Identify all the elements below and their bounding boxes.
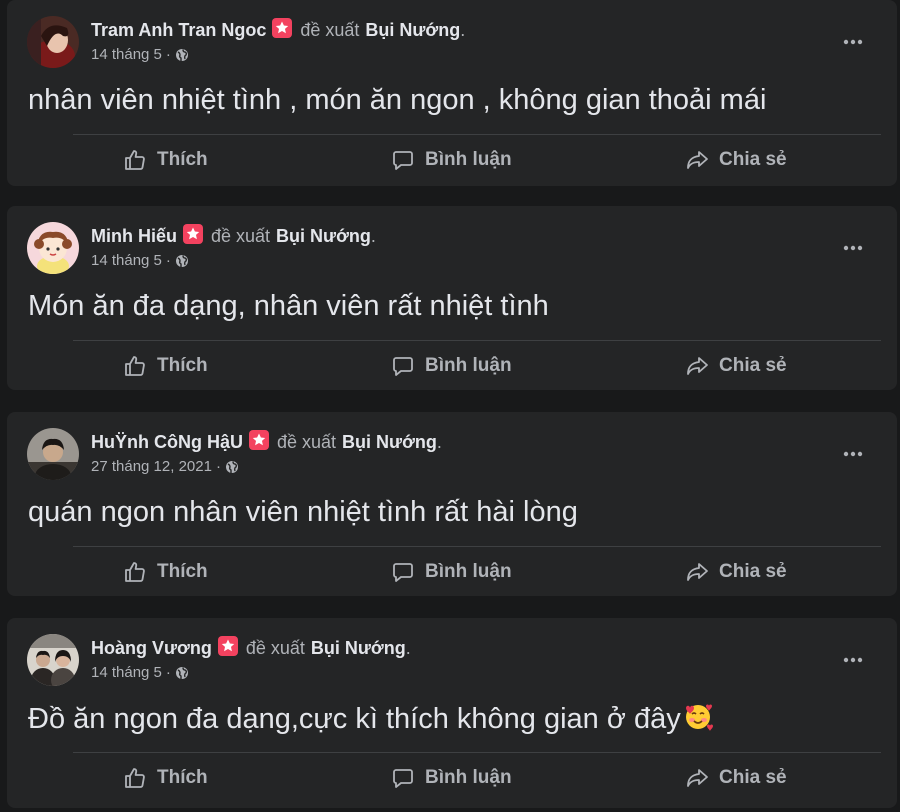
review-text-container: Đồ ăn ngon đa dạng,cực kì thích không gi… <box>28 702 713 740</box>
globe-icon <box>225 460 239 474</box>
like-label: Thích <box>157 561 208 582</box>
like-label: Thích <box>157 355 208 376</box>
smiling-face-with-hearts-icon <box>683 702 713 740</box>
post-date[interactable]: 27 tháng 12, 2021 <box>91 458 212 475</box>
comment-button[interactable]: Bình luận <box>391 758 512 798</box>
review-post: Tram Anh Tran Ngoc đề xuất Bụi Nướng. 14… <box>7 0 897 186</box>
review-post: HuŸnh CôNg HậU đề xuất Bụi Nướng. 27 thá… <box>7 412 897 596</box>
recommend-badge-icon <box>272 18 293 38</box>
reviews-feed: Tram Anh Tran Ngoc đề xuất Bụi Nướng. 14… <box>0 0 900 812</box>
comment-label: Bình luận <box>425 355 512 376</box>
comment-button[interactable]: Bình luận <box>391 552 512 592</box>
comment-icon <box>393 357 413 376</box>
comment-icon <box>393 769 413 788</box>
recommend-badge-icon <box>183 224 203 244</box>
review-post: Minh Hiếu đề xuất Bụi Nướng. 14 tháng 5 … <box>7 206 897 390</box>
thumbs-up-icon <box>125 356 145 376</box>
share-icon <box>687 357 708 375</box>
globe-icon <box>175 254 189 268</box>
author-name[interactable]: Minh Hiếu <box>91 226 177 247</box>
avatar[interactable] <box>27 428 79 480</box>
avatar[interactable] <box>27 634 79 686</box>
share-button[interactable]: Chia sẻ <box>685 140 787 180</box>
page-name[interactable]: Bụi Nướng <box>342 432 437 453</box>
review-text: quán ngon nhân viên nhiệt tình rất hài l… <box>28 496 578 528</box>
post-date[interactable]: 14 tháng 5 <box>91 46 162 63</box>
like-button[interactable]: Thích <box>123 346 208 386</box>
comment-button[interactable]: Bình luận <box>391 346 512 386</box>
like-button[interactable]: Thích <box>123 552 208 592</box>
review-text: nhân viên nhiệt tình , món ăn ngon , khô… <box>28 84 767 116</box>
share-button[interactable]: Chia sẻ <box>685 346 787 386</box>
divider <box>73 340 881 341</box>
post-header: HuŸnh CôNg HậU đề xuất Bụi Nướng. 27 thá… <box>91 430 442 475</box>
comment-icon <box>393 563 413 582</box>
thumbs-up-icon <box>125 562 145 582</box>
recommend-text: đề xuất <box>245 637 305 658</box>
share-button[interactable]: Chia sẻ <box>685 758 787 798</box>
post-date[interactable]: 14 tháng 5 <box>91 252 162 269</box>
action-bar: Thích Bình luận Chia sẻ <box>7 552 897 592</box>
like-button[interactable]: Thích <box>123 758 208 798</box>
recommend-badge-icon <box>217 636 238 656</box>
page-name[interactable]: Bụi Nướng <box>311 638 406 659</box>
comment-label: Bình luận <box>425 561 512 582</box>
action-bar: Thích Bình luận Chia sẻ <box>7 140 897 180</box>
post-date[interactable]: 14 tháng 5 <box>91 664 162 681</box>
divider <box>73 546 881 547</box>
thumbs-up-icon <box>125 150 145 170</box>
like-button[interactable]: Thích <box>123 140 208 180</box>
recommend-badge-icon <box>249 430 269 450</box>
share-label: Chia sẻ <box>719 355 787 376</box>
review-text: Đồ ăn ngon đa dạng,cực kì thích không gi… <box>28 703 681 735</box>
share-icon <box>687 563 708 581</box>
avatar[interactable] <box>27 222 79 274</box>
globe-icon <box>175 666 189 680</box>
divider <box>73 752 881 753</box>
divider <box>73 134 881 135</box>
post-header: Hoàng Vương đề xuất Bụi Nướng. 14 tháng … <box>91 636 411 681</box>
share-icon <box>687 769 708 787</box>
thumbs-up-icon <box>125 768 145 788</box>
author-name[interactable]: HuŸnh CôNg HậU <box>91 432 243 453</box>
more-options-icon[interactable] <box>841 442 865 466</box>
share-icon <box>687 151 708 169</box>
share-button[interactable]: Chia sẻ <box>685 552 787 592</box>
action-bar: Thích Bình luận Chia sẻ <box>7 758 897 798</box>
avatar[interactable] <box>27 16 79 68</box>
post-header: Minh Hiếu đề xuất Bụi Nướng. 14 tháng 5 … <box>91 224 376 269</box>
recommend-text: đề xuất <box>300 19 360 40</box>
share-label: Chia sẻ <box>719 767 787 788</box>
like-label: Thích <box>157 767 208 788</box>
share-label: Chia sẻ <box>719 561 787 582</box>
globe-icon <box>175 48 189 62</box>
like-label: Thích <box>157 149 208 170</box>
more-options-icon[interactable] <box>841 236 865 260</box>
review-text: Món ăn đa dạng, nhân viên rất nhiệt tình <box>28 290 549 322</box>
author-name[interactable]: Tram Anh Tran Ngoc <box>91 20 266 41</box>
recommend-text: đề xuất <box>211 225 271 246</box>
page-name[interactable]: Bụi Nướng <box>365 20 460 41</box>
action-bar: Thích Bình luận Chia sẻ <box>7 346 897 386</box>
author-name[interactable]: Hoàng Vương <box>91 638 212 659</box>
more-options-icon[interactable] <box>841 648 865 672</box>
comment-label: Bình luận <box>425 149 512 170</box>
more-options-icon[interactable] <box>841 30 865 54</box>
post-header: Tram Anh Tran Ngoc đề xuất Bụi Nướng. 14… <box>91 18 466 63</box>
share-label: Chia sẻ <box>719 149 787 170</box>
comment-icon <box>393 151 413 170</box>
comment-label: Bình luận <box>425 767 512 788</box>
recommend-text: đề xuất <box>277 431 337 452</box>
review-post: Hoàng Vương đề xuất Bụi Nướng. 14 tháng … <box>7 618 897 808</box>
page-name[interactable]: Bụi Nướng <box>276 226 371 247</box>
comment-button[interactable]: Bình luận <box>391 140 512 180</box>
